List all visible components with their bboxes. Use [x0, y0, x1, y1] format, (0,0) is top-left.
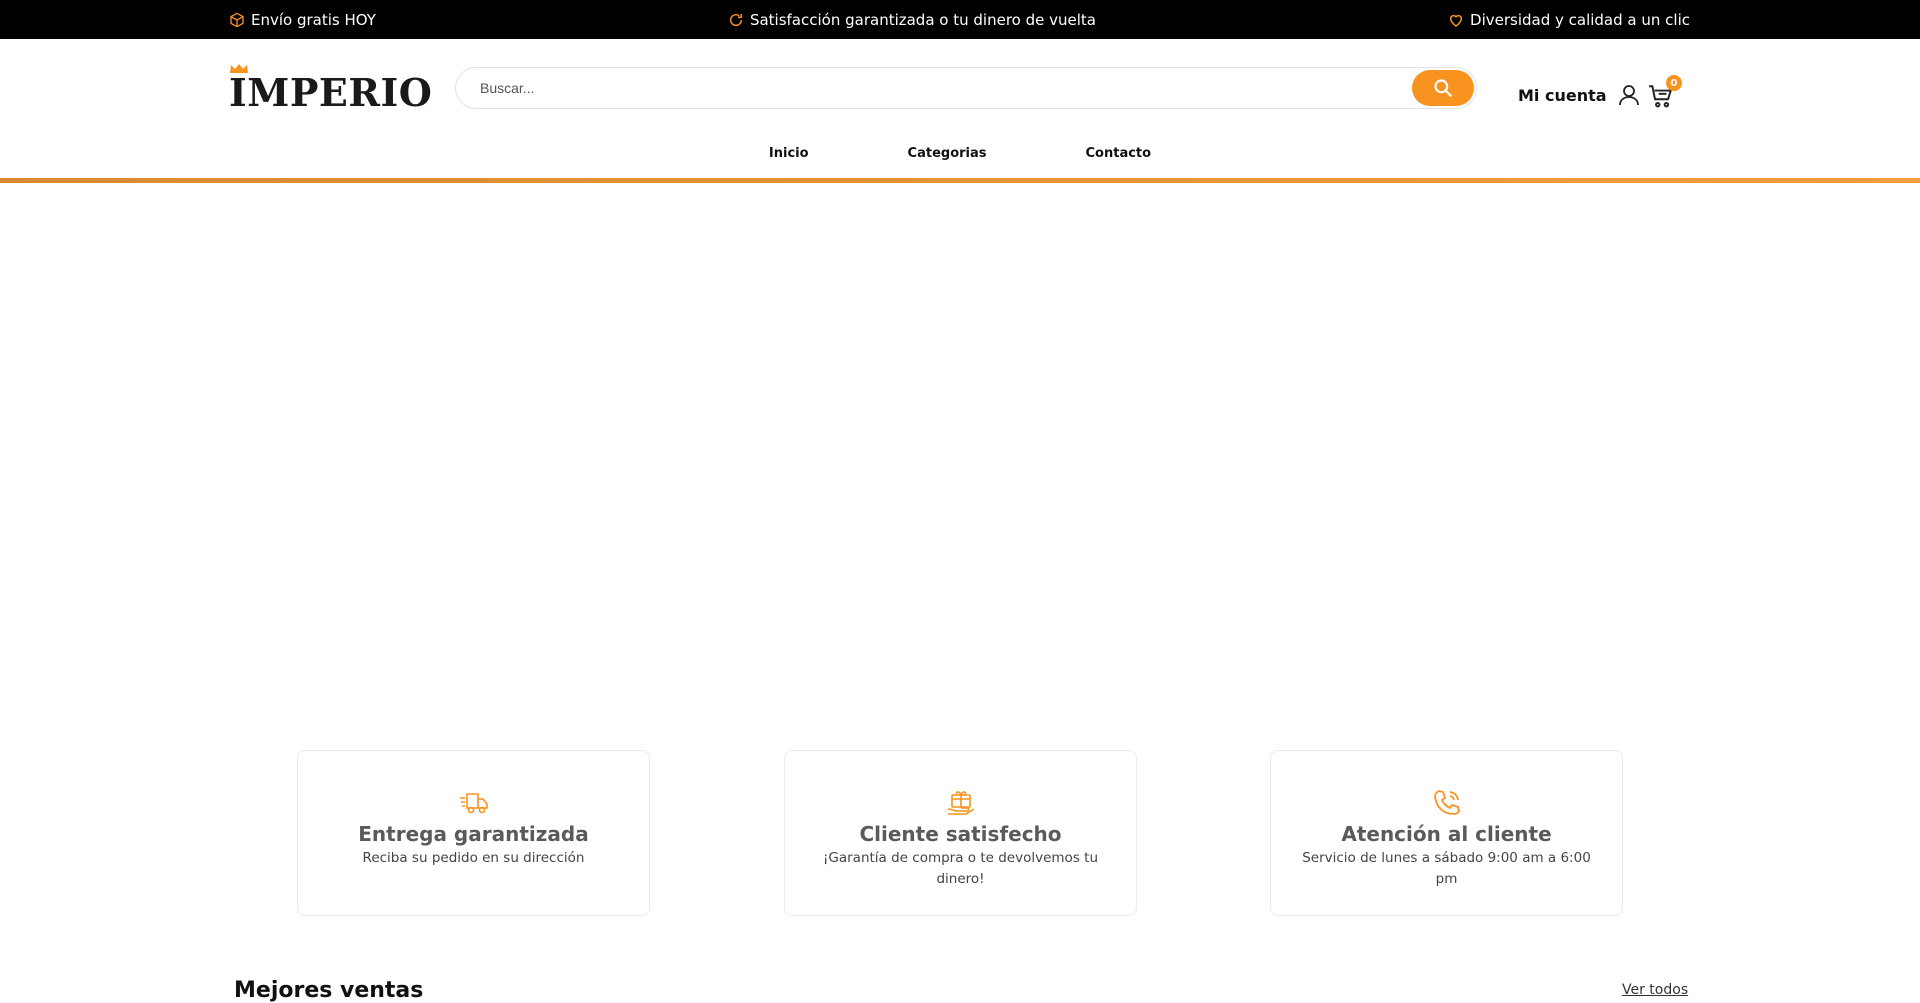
- gift-hand-icon: [947, 791, 974, 815]
- box-icon: [230, 12, 244, 27]
- feature-title: Cliente satisfecho: [859, 822, 1062, 846]
- feature-title: Atención al cliente: [1341, 822, 1552, 846]
- user-icon: [1618, 85, 1639, 106]
- cart-button[interactable]: 0: [1648, 75, 1688, 111]
- feature-card-delivery: Entrega garantizada Reciba su pedido en …: [297, 750, 650, 916]
- promo-guarantee: Satisfacción garantizada o tu dinero de …: [728, 11, 1096, 29]
- search-icon: [1434, 79, 1453, 98]
- promo-text: Envío gratis HOY: [251, 10, 376, 29]
- logo[interactable]: IMPERIO: [229, 64, 432, 115]
- search-button[interactable]: [1412, 70, 1474, 106]
- promo-text: Diversidad y calidad a un clic: [1470, 10, 1690, 29]
- heart-icon: [1449, 14, 1463, 27]
- promo-diversity: Diversidad y calidad a un clic: [1448, 11, 1690, 29]
- logo-text: IMPERIO: [229, 70, 433, 115]
- promo-text: Satisfacción garantizada o tu dinero de …: [749, 10, 1096, 29]
- site-header: IMPERIO Mi cuenta 0 Inicio Categorias Co…: [0, 39, 1920, 177]
- account-label: Mi cuenta: [1518, 85, 1607, 105]
- see-all-link[interactable]: Ver todos: [1622, 982, 1688, 998]
- feature-card-support: Atención al cliente Servicio de lunes a …: [1270, 750, 1623, 916]
- nav-item-inicio[interactable]: Inicio: [769, 146, 809, 161]
- best-sellers-title: Mejores ventas: [234, 978, 424, 1003]
- announcement-bar: Envío gratis HOY Satisfacción garantizad…: [0, 0, 1920, 39]
- cart-count-badge: 0: [1666, 75, 1682, 91]
- feature-title: Entrega garantizada: [358, 822, 589, 846]
- nav-item-categorias[interactable]: Categorias: [844, 146, 987, 161]
- feature-card-satisfaction: Cliente satisfecho ¡Garantía de compra o…: [784, 750, 1137, 916]
- main-nav: Inicio Categorias Contacto: [0, 146, 1920, 161]
- hero-banner: [0, 183, 1920, 728]
- nav-item-contacto[interactable]: Contacto: [1022, 146, 1152, 161]
- delivery-truck-icon: [459, 793, 488, 814]
- feature-text: ¡Garantía de compra o te devolvemos tu d…: [822, 850, 1098, 887]
- account-link[interactable]: Mi cuenta: [1518, 83, 1641, 107]
- phone-icon: [1433, 790, 1460, 815]
- promo-free-shipping: Envío gratis HOY: [229, 11, 376, 29]
- refresh-icon: [729, 13, 743, 26]
- feature-text: Reciba su pedido en su dirección: [362, 850, 585, 866]
- feature-text: Servicio de lunes a sábado 9:00 am a 6:0…: [1302, 850, 1591, 887]
- search-input[interactable]: [480, 68, 1400, 108]
- features-section: Entrega garantizada Reciba su pedido en …: [0, 750, 1920, 916]
- search-bar: [455, 67, 1477, 109]
